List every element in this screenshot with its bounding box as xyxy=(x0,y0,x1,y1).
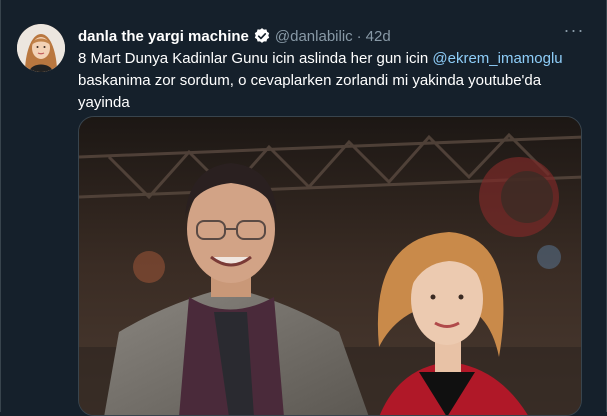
avatar[interactable] xyxy=(17,24,65,72)
user-handle[interactable]: @danlabilic xyxy=(275,28,353,45)
tweet-header: danla the yargi machine @danlabilic · 42… xyxy=(78,25,391,47)
mention-link[interactable]: @ekrem_imamoglu xyxy=(432,50,562,67)
tweet-photo[interactable] xyxy=(78,116,582,416)
more-options-icon[interactable]: ··· xyxy=(563,21,585,44)
tweet-timestamp[interactable]: 42d xyxy=(366,28,391,45)
tweet[interactable]: danla the yargi machine @danlabilic · 42… xyxy=(0,0,607,416)
verified-badge-icon xyxy=(253,27,271,45)
tweet-text: 8 Mart Dunya Kadinlar Gunu icin aslinda … xyxy=(78,48,578,114)
separator-dot: · xyxy=(356,27,362,45)
display-name[interactable]: danla the yargi machine xyxy=(78,28,249,45)
tweet-text-start: 8 Mart Dunya Kadinlar Gunu icin aslinda … xyxy=(78,50,433,67)
tweet-text-end: baskanima zor sordum, o cevaplarken zorl… xyxy=(78,72,542,111)
